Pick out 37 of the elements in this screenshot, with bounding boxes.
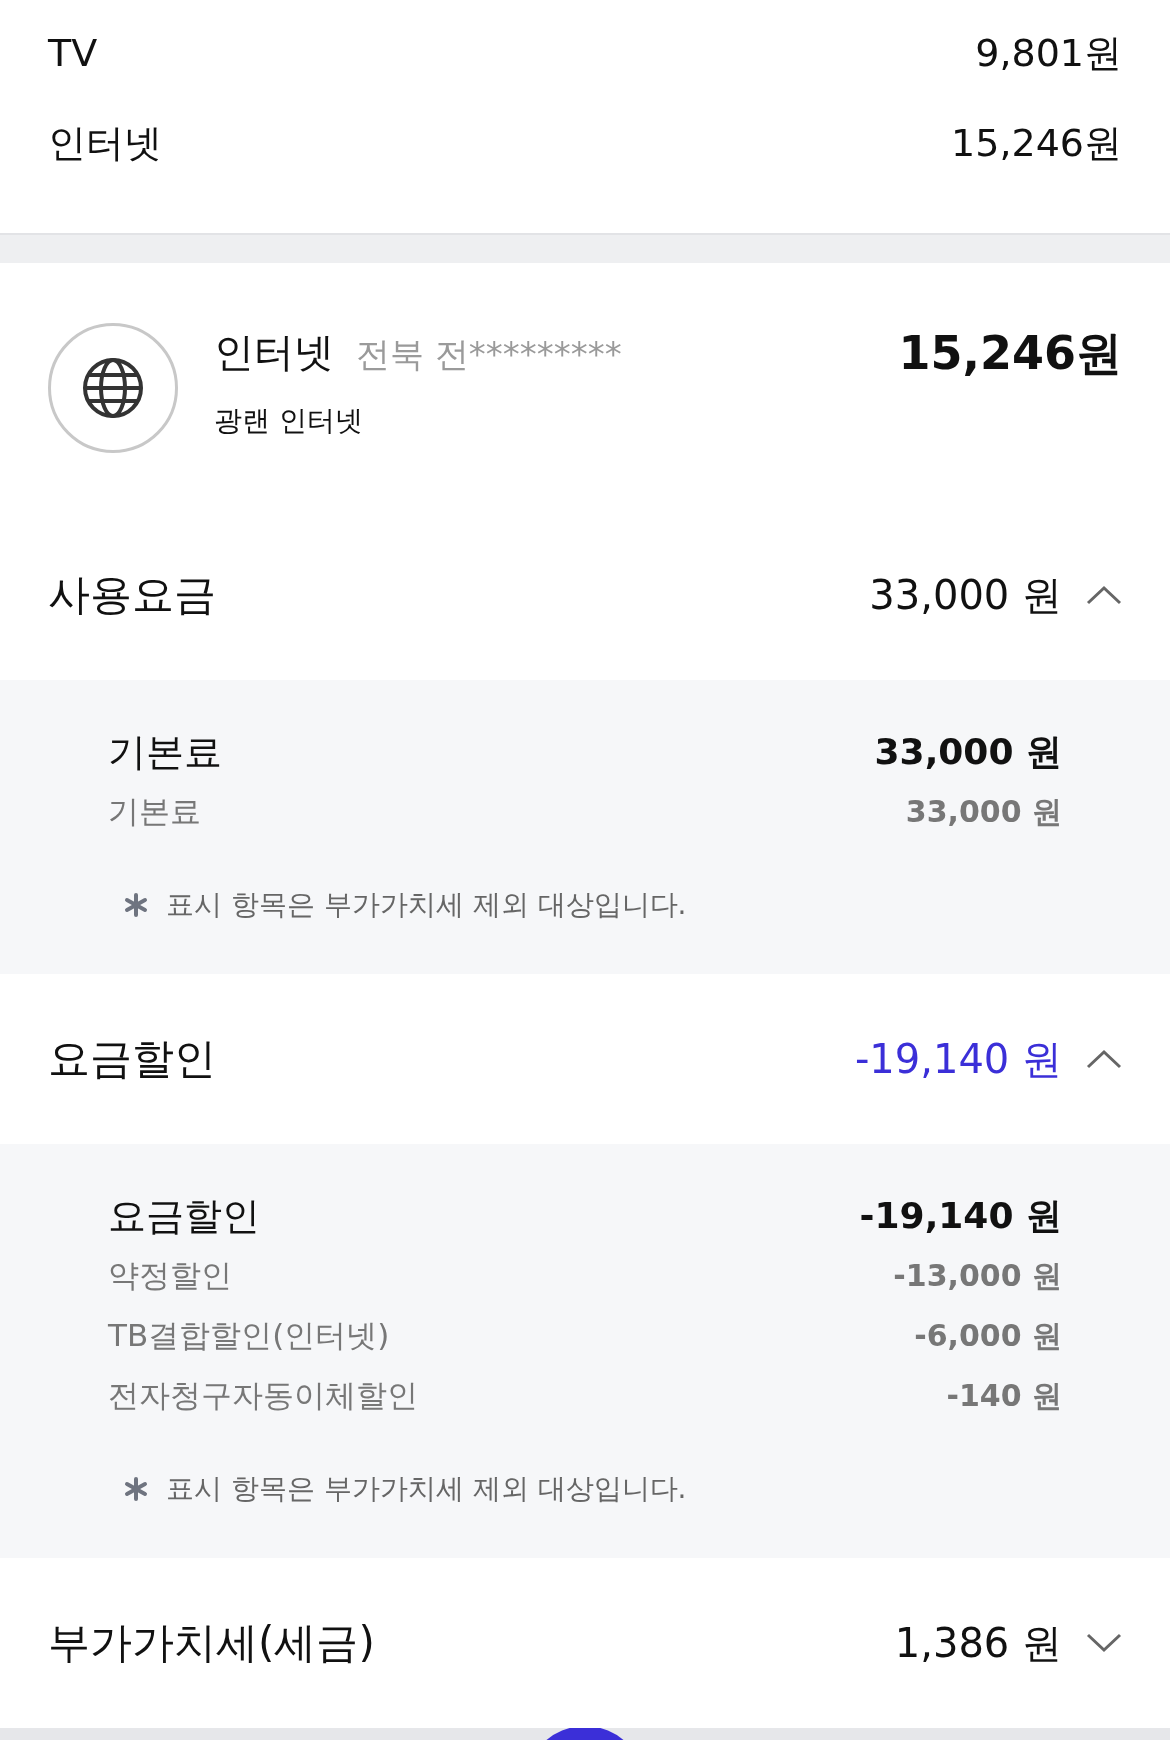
section-header[interactable]: 부가가치세(세금) 1,386 원 xyxy=(0,1558,1170,1728)
summary-amount: 9,801원 xyxy=(975,29,1122,77)
section-amount: -19,140 원 xyxy=(854,1034,1062,1084)
note-text: 표시 항목은 부가가치세 제외 대상입니다. xyxy=(166,887,687,923)
item-amount: 33,000 원 xyxy=(905,792,1062,831)
section-amount: 1,386 원 xyxy=(894,1618,1062,1668)
item-amount: -140 원 xyxy=(946,1376,1062,1415)
chevron-down-icon[interactable] xyxy=(1086,1633,1122,1653)
item-label: 약정할인 xyxy=(108,1256,232,1295)
asterisk-icon xyxy=(124,893,148,917)
detail-amount: -19,140 원 xyxy=(859,1193,1062,1238)
item-amount: -13,000 원 xyxy=(893,1256,1062,1295)
service-plan: 광랜 인터넷 xyxy=(214,402,364,439)
note-text: 표시 항목은 부가가치세 제외 대상입니다. xyxy=(166,1471,687,1507)
chevron-up-icon[interactable] xyxy=(1086,585,1122,605)
item-label: 전자청구자동이체할인 xyxy=(108,1376,418,1415)
section-title: 부가가치세(세금) xyxy=(48,1617,375,1669)
chevron-up-icon[interactable] xyxy=(1086,1049,1122,1069)
service-name: 인터넷 xyxy=(214,327,334,377)
detail-title: 기본료 xyxy=(108,728,222,776)
section-header[interactable]: 요금할인 -19,140 원 xyxy=(0,974,1170,1144)
globe-icon xyxy=(82,356,144,419)
service-location: 전북 전********* xyxy=(356,332,622,376)
section-title: 요금할인 xyxy=(48,1033,216,1085)
item-amount: -6,000 원 xyxy=(914,1316,1062,1355)
summary-label: 인터넷 xyxy=(48,119,162,167)
section-header[interactable]: 사용요금 33,000 원 xyxy=(0,510,1170,680)
detail-title: 요금할인 xyxy=(108,1192,260,1240)
section-title: 사용요금 xyxy=(48,569,216,621)
item-label: 기본료 xyxy=(108,792,201,831)
detail-amount: 33,000 원 xyxy=(874,729,1062,774)
service-amount: 15,246원 xyxy=(898,324,1122,382)
asterisk-icon xyxy=(124,1477,148,1501)
summary-label: TV xyxy=(48,31,98,75)
item-label: TB결합할인(인터넷) xyxy=(108,1316,390,1355)
section-amount: 33,000 원 xyxy=(869,570,1062,620)
summary-amount: 15,246원 xyxy=(951,119,1122,167)
